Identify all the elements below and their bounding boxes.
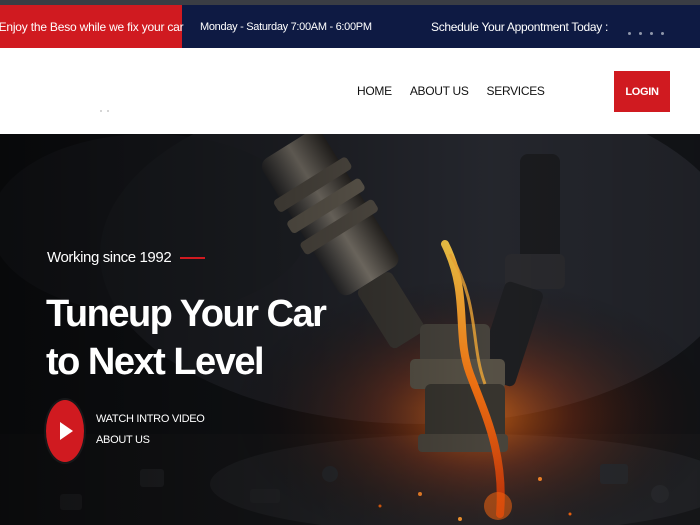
headline-line-1: Tuneup Your Car bbox=[46, 293, 327, 335]
headline-line-2: to Next Level bbox=[46, 341, 265, 383]
nav-links: HOME ABOUT US SERVICES bbox=[357, 84, 563, 98]
logo[interactable] bbox=[30, 70, 130, 114]
nav-about-us[interactable]: ABOUT US bbox=[410, 84, 469, 98]
schedule-appointment-label: Schedule Your Appontment Today : bbox=[431, 19, 608, 34]
top-info-bar: Enjoy the Beso while we fix your car Mon… bbox=[0, 0, 700, 48]
tagline-text: Working since 1992 bbox=[47, 249, 172, 266]
hero-section: Working since 1992 Tuneup Your Car to Ne… bbox=[0, 134, 700, 525]
nav-home[interactable]: HOME bbox=[357, 84, 392, 98]
working-since-tagline: Working since 1992 bbox=[47, 249, 206, 266]
logo-mark-icon bbox=[100, 110, 109, 112]
business-hours: Monday - Saturday 7:00AM - 6:00PM bbox=[200, 20, 372, 33]
tagline-accent-line bbox=[180, 256, 206, 259]
hero-headline: Tuneup Your Car to Next Level bbox=[46, 290, 327, 386]
play-video-button[interactable] bbox=[46, 400, 84, 462]
hero-about-us-link[interactable]: ABOUT US bbox=[96, 434, 205, 446]
phone-number-placeholder bbox=[628, 32, 664, 35]
nav-services[interactable]: SERVICES bbox=[487, 84, 545, 98]
play-icon bbox=[60, 422, 73, 440]
login-button[interactable]: LOGIN bbox=[614, 71, 670, 112]
promo-banner: Enjoy the Beso while we fix your car bbox=[0, 5, 184, 48]
page: Enjoy the Beso while we fix your car Mon… bbox=[0, 0, 700, 525]
hero-links: WATCH INTRO VIDEO ABOUT US bbox=[96, 413, 205, 446]
main-navbar: HOME ABOUT US SERVICES LOGIN bbox=[0, 48, 700, 134]
watch-intro-video-link[interactable]: WATCH INTRO VIDEO bbox=[96, 413, 205, 425]
